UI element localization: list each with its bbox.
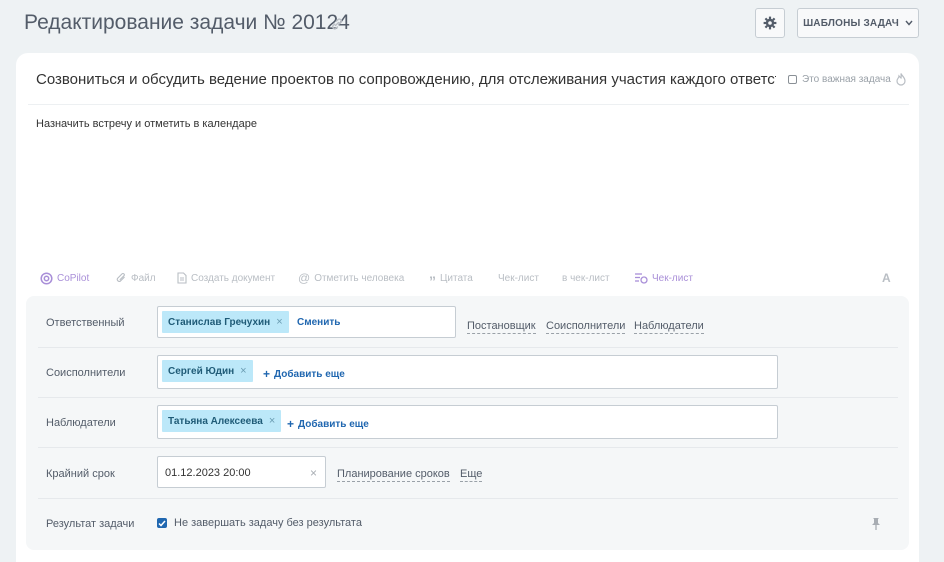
copilot-icon bbox=[40, 271, 53, 285]
font-icon: A bbox=[882, 271, 891, 285]
row-divider bbox=[38, 447, 898, 448]
plus-icon: + bbox=[263, 367, 271, 381]
observer-chip: Татьяна Алексеева × bbox=[162, 410, 282, 432]
checklist-ai-icon bbox=[635, 273, 648, 284]
add-coexecutor-label: Добавить еще bbox=[274, 368, 345, 380]
more-link[interactable]: Еще bbox=[460, 468, 483, 482]
link-icon[interactable] bbox=[330, 17, 344, 31]
coexecutors-field[interactable]: Сергей Юдин × + Добавить еще bbox=[157, 355, 778, 389]
title-divider bbox=[28, 104, 909, 105]
file-button[interactable]: Файл bbox=[116, 269, 156, 287]
copilot-button[interactable]: CoPilot bbox=[40, 269, 89, 287]
checklist-label: Чек-лист bbox=[498, 272, 539, 284]
observer-name: Татьяна Алексеева bbox=[168, 415, 263, 427]
mention-button[interactable]: @ Отметить человека bbox=[298, 269, 404, 287]
responsible-field[interactable]: Станислав Гречухин × Сменить bbox=[157, 306, 456, 338]
row-divider bbox=[38, 347, 898, 348]
observers-label: Наблюдатели bbox=[46, 417, 116, 429]
copilot-label: CoPilot bbox=[57, 272, 90, 284]
at-icon: @ bbox=[298, 271, 311, 285]
responsible-label: Ответственный bbox=[46, 317, 125, 329]
font-format-button[interactable]: A bbox=[882, 269, 891, 287]
remove-icon[interactable]: × bbox=[269, 415, 275, 427]
task-description[interactable]: Назначить встречу и отметить в календаре bbox=[36, 118, 257, 130]
coexecutors-link[interactable]: Соисполнители bbox=[546, 320, 626, 334]
add-observer-label: Добавить еще bbox=[298, 418, 369, 430]
important-checkbox[interactable] bbox=[788, 75, 797, 84]
coexecutors-label: Соисполнители bbox=[46, 367, 126, 379]
file-label: Файл bbox=[131, 272, 156, 284]
plus-icon: + bbox=[287, 417, 295, 431]
deadline-input[interactable]: 01.12.2023 20:00 × bbox=[157, 456, 326, 488]
task-fields-panel: Ответственный Станислав Гречухин × Смени… bbox=[26, 296, 909, 550]
time-planning-link[interactable]: Планирование сроков bbox=[337, 468, 450, 482]
to-checklist-label: в чек-лист bbox=[562, 272, 610, 284]
observers-link[interactable]: Наблюдатели bbox=[634, 320, 704, 334]
deadline-label: Крайний срок bbox=[46, 468, 115, 480]
responsible-chip: Станислав Гречухин × bbox=[162, 311, 289, 333]
quote-icon: ” bbox=[429, 272, 436, 289]
checklist-button[interactable]: Чек-лист bbox=[498, 269, 539, 287]
result-required-checkbox[interactable] bbox=[157, 518, 167, 528]
page-header: Редактирование задачи № 20124 ШАБЛОНЫ ЗА… bbox=[0, 0, 944, 50]
remove-icon[interactable]: × bbox=[276, 316, 282, 328]
quote-label: Цитата bbox=[440, 272, 473, 284]
responsible-name: Станислав Гречухин bbox=[168, 316, 271, 328]
gear-icon bbox=[763, 16, 777, 30]
templates-label: ШАБЛОНЫ ЗАДАЧ bbox=[803, 17, 899, 29]
to-checklist-button[interactable]: в чек-лист bbox=[562, 269, 610, 287]
result-label: Результат задачи bbox=[46, 518, 135, 530]
creator-link[interactable]: Постановщик bbox=[467, 320, 536, 334]
create-document-button[interactable]: Создать документ bbox=[177, 269, 275, 287]
task-title-input[interactable]: Созвониться и обсудить ведение проектов … bbox=[36, 71, 776, 88]
add-observer-button[interactable]: + Добавить еще bbox=[287, 417, 369, 431]
checkmark-icon bbox=[158, 520, 166, 527]
row-divider bbox=[38, 397, 898, 398]
document-icon bbox=[177, 272, 187, 284]
settings-button[interactable] bbox=[755, 8, 785, 38]
paperclip-icon bbox=[116, 272, 125, 282]
deadline-value: 01.12.2023 20:00 bbox=[165, 467, 251, 479]
chevron-down-icon bbox=[905, 20, 913, 26]
copilot-checklist-label: Чек-лист bbox=[652, 272, 693, 284]
coexecutor-name: Сергей Юдин bbox=[168, 365, 235, 377]
important-label: Это важная задача bbox=[802, 74, 891, 85]
change-responsible-link[interactable]: Сменить bbox=[297, 317, 340, 328]
pin-icon[interactable] bbox=[870, 517, 882, 531]
copilot-checklist-button[interactable]: Чек-лист bbox=[634, 269, 693, 287]
task-edit-card: Созвониться и обсудить ведение проектов … bbox=[16, 53, 919, 562]
row-divider bbox=[38, 498, 898, 499]
editor-toolbar: CoPilot Файл Создать документ @ Отметить… bbox=[40, 269, 900, 289]
page-title: Редактирование задачи № 20124 bbox=[24, 11, 350, 34]
quote-button[interactable]: ” Цитата bbox=[429, 269, 473, 289]
clear-icon[interactable]: × bbox=[310, 466, 317, 480]
create-document-label: Создать документ bbox=[191, 272, 276, 284]
mention-label: Отметить человека bbox=[314, 272, 405, 284]
important-toggle[interactable]: Это важная задача bbox=[788, 73, 906, 86]
flame-icon bbox=[896, 73, 906, 86]
observers-field[interactable]: Татьяна Алексеева × + Добавить еще bbox=[157, 405, 778, 439]
add-coexecutor-button[interactable]: + Добавить еще bbox=[263, 367, 345, 381]
coexecutor-chip: Сергей Юдин × bbox=[162, 360, 253, 382]
templates-button[interactable]: ШАБЛОНЫ ЗАДАЧ bbox=[797, 8, 919, 38]
remove-icon[interactable]: × bbox=[240, 365, 246, 377]
result-required-label: Не завершать задачу без результата bbox=[174, 517, 362, 529]
